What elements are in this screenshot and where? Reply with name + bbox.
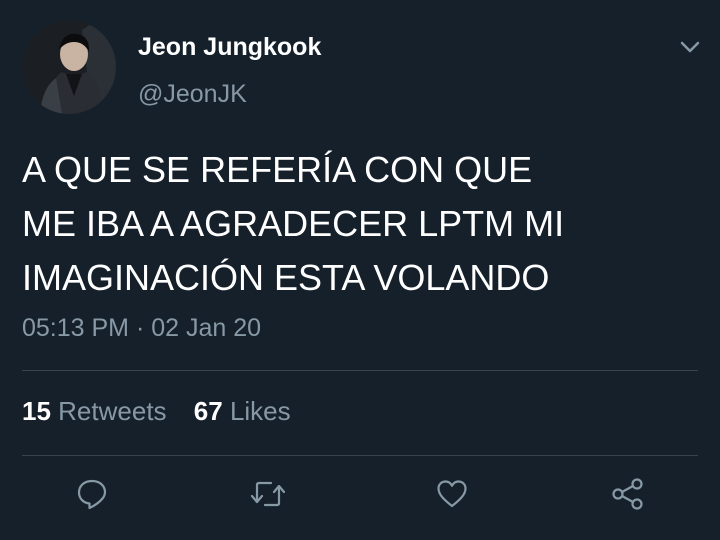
likes-count: 67: [193, 396, 223, 426]
likes-stat[interactable]: 67 Likes: [194, 396, 291, 427]
tweet-stats: 15 Retweets 67 Likes: [22, 396, 311, 427]
like-icon[interactable]: [432, 474, 472, 514]
likes-label: Likes: [229, 396, 291, 426]
tweet-text: A QUE SE REFERÍA CON QUE ME IBA A AGRADE…: [22, 143, 682, 305]
author-display-name[interactable]: Jeon Jungkook: [138, 33, 321, 62]
tweet-text-line: ME IBA A AGRADECER LPTM MI: [22, 203, 565, 244]
chevron-down-icon[interactable]: [676, 36, 704, 58]
tweet-text-line: IMAGINACIÓN ESTA VOLANDO: [22, 257, 550, 298]
divider: [22, 370, 698, 371]
retweets-count: 15: [22, 396, 51, 426]
divider: [22, 455, 698, 456]
retweets-stat[interactable]: 15 Retweets: [22, 396, 167, 427]
share-icon[interactable]: [608, 474, 648, 514]
reply-icon[interactable]: [72, 474, 112, 514]
author-handle[interactable]: @JeonJK: [138, 80, 247, 109]
avatar[interactable]: [22, 20, 116, 114]
tweet-text-line: A QUE SE REFERÍA CON QUE: [22, 149, 533, 190]
retweet-icon[interactable]: [248, 474, 288, 514]
retweets-label: Retweets: [58, 396, 167, 426]
tweet-timestamp[interactable]: 05:13 PM · 02 Jan 20: [22, 314, 261, 343]
